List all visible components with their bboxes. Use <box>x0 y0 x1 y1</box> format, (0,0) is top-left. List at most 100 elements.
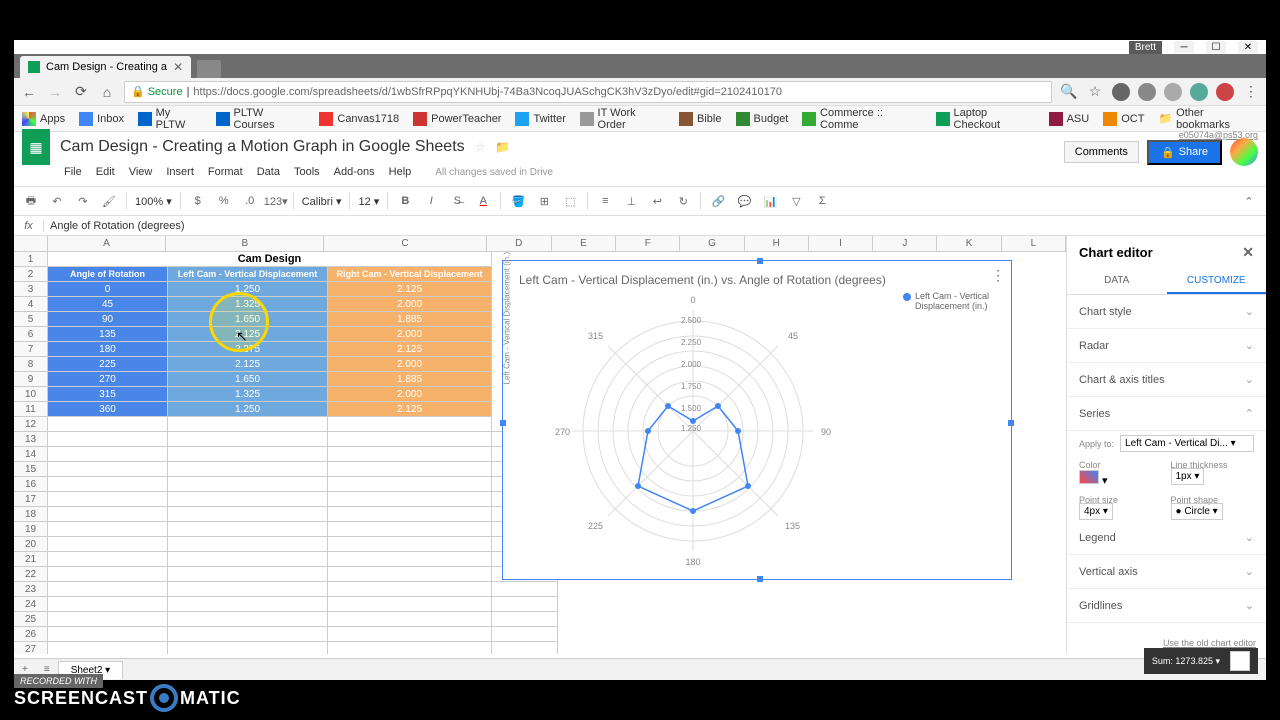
minimize-button[interactable]: ─ <box>1174 41 1194 53</box>
maximize-button[interactable]: ☐ <box>1206 41 1226 53</box>
table-title[interactable]: Cam Design <box>48 252 492 267</box>
bm-asu[interactable]: ASU <box>1049 112 1090 126</box>
cell-angle[interactable]: 270 <box>48 372 168 387</box>
cell-right[interactable]: 2.125 <box>328 282 492 297</box>
col-header-k[interactable]: K <box>937 236 1001 251</box>
header-right[interactable]: Right Cam - Vertical Displacement (in.) <box>328 267 492 282</box>
menu-format[interactable]: Format <box>208 166 243 178</box>
formula-input[interactable]: Angle of Rotation (degrees) <box>44 220 1266 232</box>
menu-help[interactable]: Help <box>389 166 412 178</box>
star-icon[interactable]: ☆ <box>1086 83 1104 101</box>
cell-left[interactable]: 1.650 <box>168 312 328 327</box>
cell-right[interactable]: 2.125 <box>328 342 492 357</box>
line-thickness-select[interactable]: 1px ▾ <box>1171 468 1205 485</box>
cell-angle[interactable]: 135 <box>48 327 168 342</box>
close-window-button[interactable]: ✕ <box>1238 41 1258 53</box>
section-series[interactable]: Series⌃ <box>1067 397 1266 431</box>
move-folder-icon[interactable]: 📁 <box>495 140 510 154</box>
link-icon[interactable]: 🔗 <box>709 192 727 210</box>
col-header-c[interactable]: C <box>324 236 486 251</box>
menu-view[interactable]: View <box>129 166 153 178</box>
col-header-a[interactable]: A <box>48 236 167 251</box>
cell-right[interactable]: 2.000 <box>328 387 492 402</box>
cell-right[interactable]: 2.000 <box>328 327 492 342</box>
section-legend[interactable]: Legend⌄ <box>1067 521 1266 555</box>
apps-button[interactable]: Apps <box>22 112 65 126</box>
cell-left[interactable]: 2.375 <box>168 342 328 357</box>
bm-canvas[interactable]: Canvas1718 <box>319 112 399 126</box>
bm-budget[interactable]: Budget <box>736 112 789 126</box>
menu-insert[interactable]: Insert <box>166 166 194 178</box>
cell-angle[interactable]: 90 <box>48 312 168 327</box>
old-editor-link[interactable]: Use the old chart editor <box>1163 638 1256 648</box>
percent-icon[interactable]: % <box>215 192 233 210</box>
cell-angle[interactable]: 225 <box>48 357 168 372</box>
apply-to-select[interactable]: Left Cam - Vertical Di... ▾ <box>1120 435 1254 452</box>
collapse-toolbar-icon[interactable]: ⌃ <box>1240 192 1258 210</box>
cell-right[interactable]: 2.000 <box>328 297 492 312</box>
menu-data[interactable]: Data <box>257 166 280 178</box>
close-tab-icon[interactable]: ✕ <box>173 60 183 74</box>
num-format-icon[interactable]: 123▾ <box>267 192 285 210</box>
fill-icon[interactable]: 🪣 <box>509 192 527 210</box>
col-header-h[interactable]: H <box>745 236 809 251</box>
url-input[interactable]: 🔒 Secure | https://docs.google.com/sprea… <box>124 81 1052 103</box>
col-header-d[interactable]: D <box>487 236 552 251</box>
star-doc-icon[interactable]: ☆ <box>475 140 486 154</box>
undo-icon[interactable]: ↶ <box>48 192 66 210</box>
valign-icon[interactable]: ⊥ <box>622 192 640 210</box>
redo-icon[interactable]: ↷ <box>74 192 92 210</box>
comments-button[interactable]: Comments <box>1064 141 1139 163</box>
italic-icon[interactable]: I <box>422 192 440 210</box>
text-color-icon[interactable]: A <box>474 192 492 210</box>
borders-icon[interactable]: ⊞ <box>535 192 553 210</box>
bm-mypltw[interactable]: My PLTW <box>138 107 202 131</box>
browser-tab[interactable]: Cam Design - Creating a ✕ <box>20 56 191 78</box>
section-axis-titles[interactable]: Chart & axis titles⌄ <box>1067 363 1266 397</box>
tab-data[interactable]: DATA <box>1067 269 1167 294</box>
bm-oct[interactable]: OCT <box>1103 112 1144 126</box>
cell-angle[interactable]: 0 <box>48 282 168 297</box>
new-tab-button[interactable] <box>197 60 221 78</box>
reload-icon[interactable]: ⟳ <box>72 83 90 101</box>
ext-circle-icon[interactable] <box>1164 83 1182 101</box>
chart-icon[interactable]: 📊 <box>761 192 779 210</box>
bm-laptop[interactable]: Laptop Checkout <box>936 107 1035 131</box>
cell-right[interactable]: 1.885 <box>328 372 492 387</box>
spreadsheet-grid[interactable]: A B C D E F G H I J K L 1Cam Design2 Ang… <box>14 236 1066 654</box>
cell-left[interactable]: 2.125 <box>168 357 328 372</box>
bm-inbox[interactable]: Inbox <box>79 112 124 126</box>
tab-customize[interactable]: CUSTOMIZE <box>1167 269 1267 294</box>
zoom-select[interactable]: 100% ▾ <box>135 195 172 208</box>
ext-red-icon[interactable] <box>1216 83 1234 101</box>
filter-icon[interactable]: ▽ <box>787 192 805 210</box>
font-size-select[interactable]: 12 ▾ <box>358 195 379 208</box>
cell-left[interactable]: 1.250 <box>168 402 328 417</box>
functions-icon[interactable]: Σ <box>813 192 831 210</box>
section-gridlines[interactable]: Gridlines⌄ <box>1067 589 1266 623</box>
bm-powerteacher[interactable]: PowerTeacher <box>413 112 501 126</box>
cell-left[interactable]: 1.250 <box>168 282 328 297</box>
chart-options-icon[interactable]: ⋮ <box>991 267 1005 284</box>
col-header-j[interactable]: J <box>873 236 937 251</box>
ext-cloud-icon[interactable] <box>1138 83 1156 101</box>
menu-icon[interactable]: ⋮ <box>1242 83 1260 101</box>
col-header-l[interactable]: L <box>1002 236 1066 251</box>
point-size-select[interactable]: 4px ▾ <box>1079 503 1113 520</box>
header-left[interactable]: Left Cam - Vertical Displacement (in.) <box>168 267 328 282</box>
sheets-logo-icon[interactable]: ▦ <box>22 129 50 165</box>
color-picker[interactable] <box>1079 470 1099 484</box>
cell-angle[interactable]: 45 <box>48 297 168 312</box>
cell-angle[interactable]: 360 <box>48 402 168 417</box>
sum-label[interactable]: Sum: 1273.825 ▾ <box>1152 656 1220 667</box>
share-button[interactable]: 🔒 Share <box>1147 140 1222 165</box>
section-vaxis[interactable]: Vertical axis⌄ <box>1067 555 1266 589</box>
section-chart-style[interactable]: Chart style⌄ <box>1067 295 1266 329</box>
cell-angle[interactable]: 180 <box>48 342 168 357</box>
embedded-chart[interactable]: ⋮ Left Cam - Vertical Displacement (in.)… <box>502 260 1012 580</box>
home-icon[interactable]: ⌂ <box>98 83 116 101</box>
col-header-g[interactable]: G <box>680 236 744 251</box>
cell-angle[interactable]: 315 <box>48 387 168 402</box>
back-icon[interactable]: ← <box>20 83 38 101</box>
search-url-icon[interactable]: 🔍 <box>1060 83 1078 101</box>
